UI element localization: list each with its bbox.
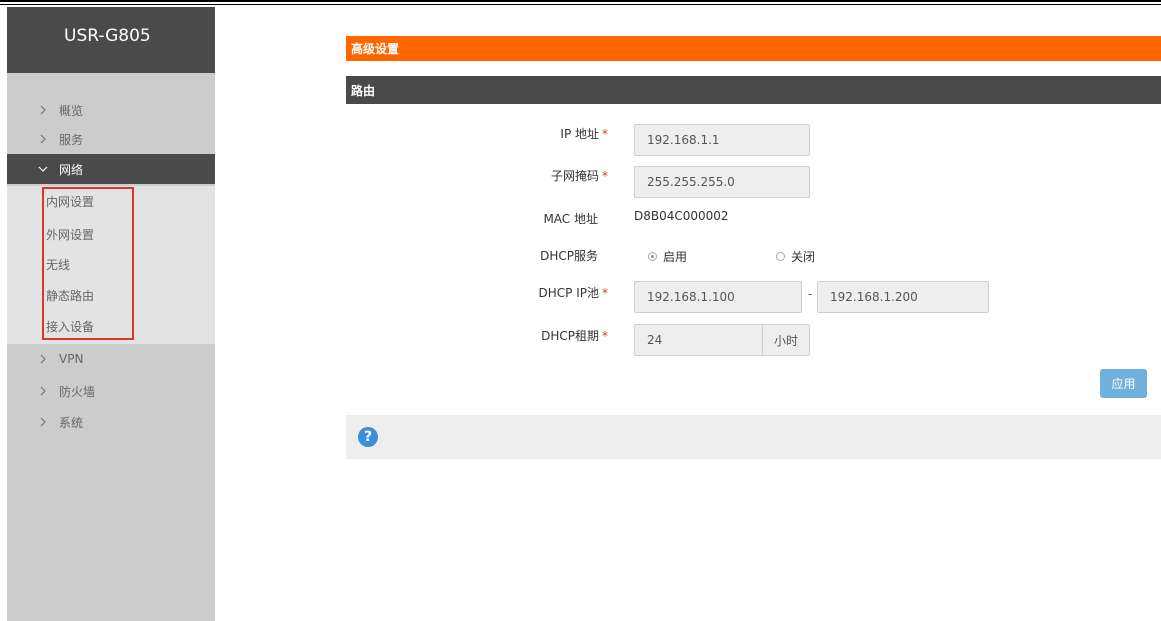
ip-label-text: IP 地址 [560, 127, 599, 141]
ip-label: IP 地址 * [458, 125, 608, 142]
chevron-right-icon [36, 417, 50, 427]
dhcp-pool-end-input[interactable]: 192.168.1.200 [817, 281, 989, 313]
mac-value: D8B04C000002 [634, 209, 729, 223]
help-panel: ? [346, 415, 1161, 459]
apply-button[interactable]: 应用 [1100, 369, 1147, 398]
lease-unit-addon: 小时 [762, 324, 810, 356]
sidebar-item-firewall[interactable]: 防火墙 [7, 377, 215, 405]
sidebar-item-label: 服务 [59, 132, 84, 147]
panel-title: 路由 [351, 83, 376, 98]
highlight-box [42, 187, 134, 340]
sidebar-item-label: 概览 [59, 103, 84, 118]
required-mark: * [602, 169, 608, 183]
page-top-rule-thin [0, 4, 1161, 5]
chevron-right-icon [36, 386, 50, 396]
netmask-input[interactable]: 255.255.255.0 [634, 166, 810, 198]
question-icon[interactable]: ? [358, 427, 378, 447]
page-top-rule [0, 0, 1161, 2]
required-mark: * [602, 286, 608, 300]
dhcp-enable-label: 启用 [663, 250, 688, 264]
dhcp-lease-label-text: DHCP租期 [541, 329, 599, 343]
range-separator: - [808, 287, 813, 301]
sidebar-item-label: 网络 [59, 162, 84, 177]
section-title-bar: 高级设置 [346, 36, 1161, 61]
radio-unselected-icon [776, 252, 785, 261]
sidebar-item-network[interactable]: 网络 [7, 154, 215, 184]
radio-selected-icon [648, 252, 657, 261]
sidebar-item-vpn[interactable]: VPN [7, 345, 215, 373]
section-title: 高级设置 [351, 42, 400, 56]
netmask-label: 子网掩码 * [458, 167, 608, 184]
chevron-down-icon [36, 166, 50, 173]
sidebar-item-system[interactable]: 系统 [7, 408, 215, 436]
dhcp-lease-label: DHCP租期 * [458, 327, 608, 344]
dhcp-pool-start-input[interactable]: 192.168.1.100 [634, 281, 802, 313]
sidebar-item-label: VPN [59, 352, 84, 366]
sidebar: USR-G805 概览 服务 网络 内网设置 外网设置 无线 静态路由 接入设备… [7, 7, 215, 621]
sidebar-item-label: 系统 [59, 415, 84, 430]
dhcp-enable-radio[interactable]: 启用 [648, 248, 687, 265]
chevron-right-icon [36, 105, 50, 115]
dhcp-pool-label-text: DHCP IP池 [538, 286, 599, 300]
dhcp-disable-label: 关闭 [791, 250, 816, 264]
dhcp-disable-radio[interactable]: 关闭 [776, 248, 815, 265]
sidebar-item-label: 防火墙 [59, 384, 96, 399]
sidebar-item-services[interactable]: 服务 [7, 125, 215, 153]
panel-title-bar: 路由 [346, 76, 1161, 104]
ip-address-input[interactable]: 192.168.1.1 [634, 124, 810, 156]
required-mark: * [602, 329, 608, 343]
required-mark: * [602, 127, 608, 141]
mac-label: MAC 地址 [543, 212, 598, 226]
dhcp-lease-input[interactable]: 24 [634, 324, 763, 356]
dhcp-pool-label: DHCP IP池 * [458, 284, 608, 301]
brand-title: USR-G805 [7, 7, 215, 73]
chevron-right-icon [36, 354, 50, 364]
chevron-right-icon [36, 134, 50, 144]
dhcp-service-label: DHCP服务 [540, 249, 598, 263]
sidebar-item-overview[interactable]: 概览 [7, 96, 215, 124]
netmask-label-text: 子网掩码 [550, 169, 599, 183]
